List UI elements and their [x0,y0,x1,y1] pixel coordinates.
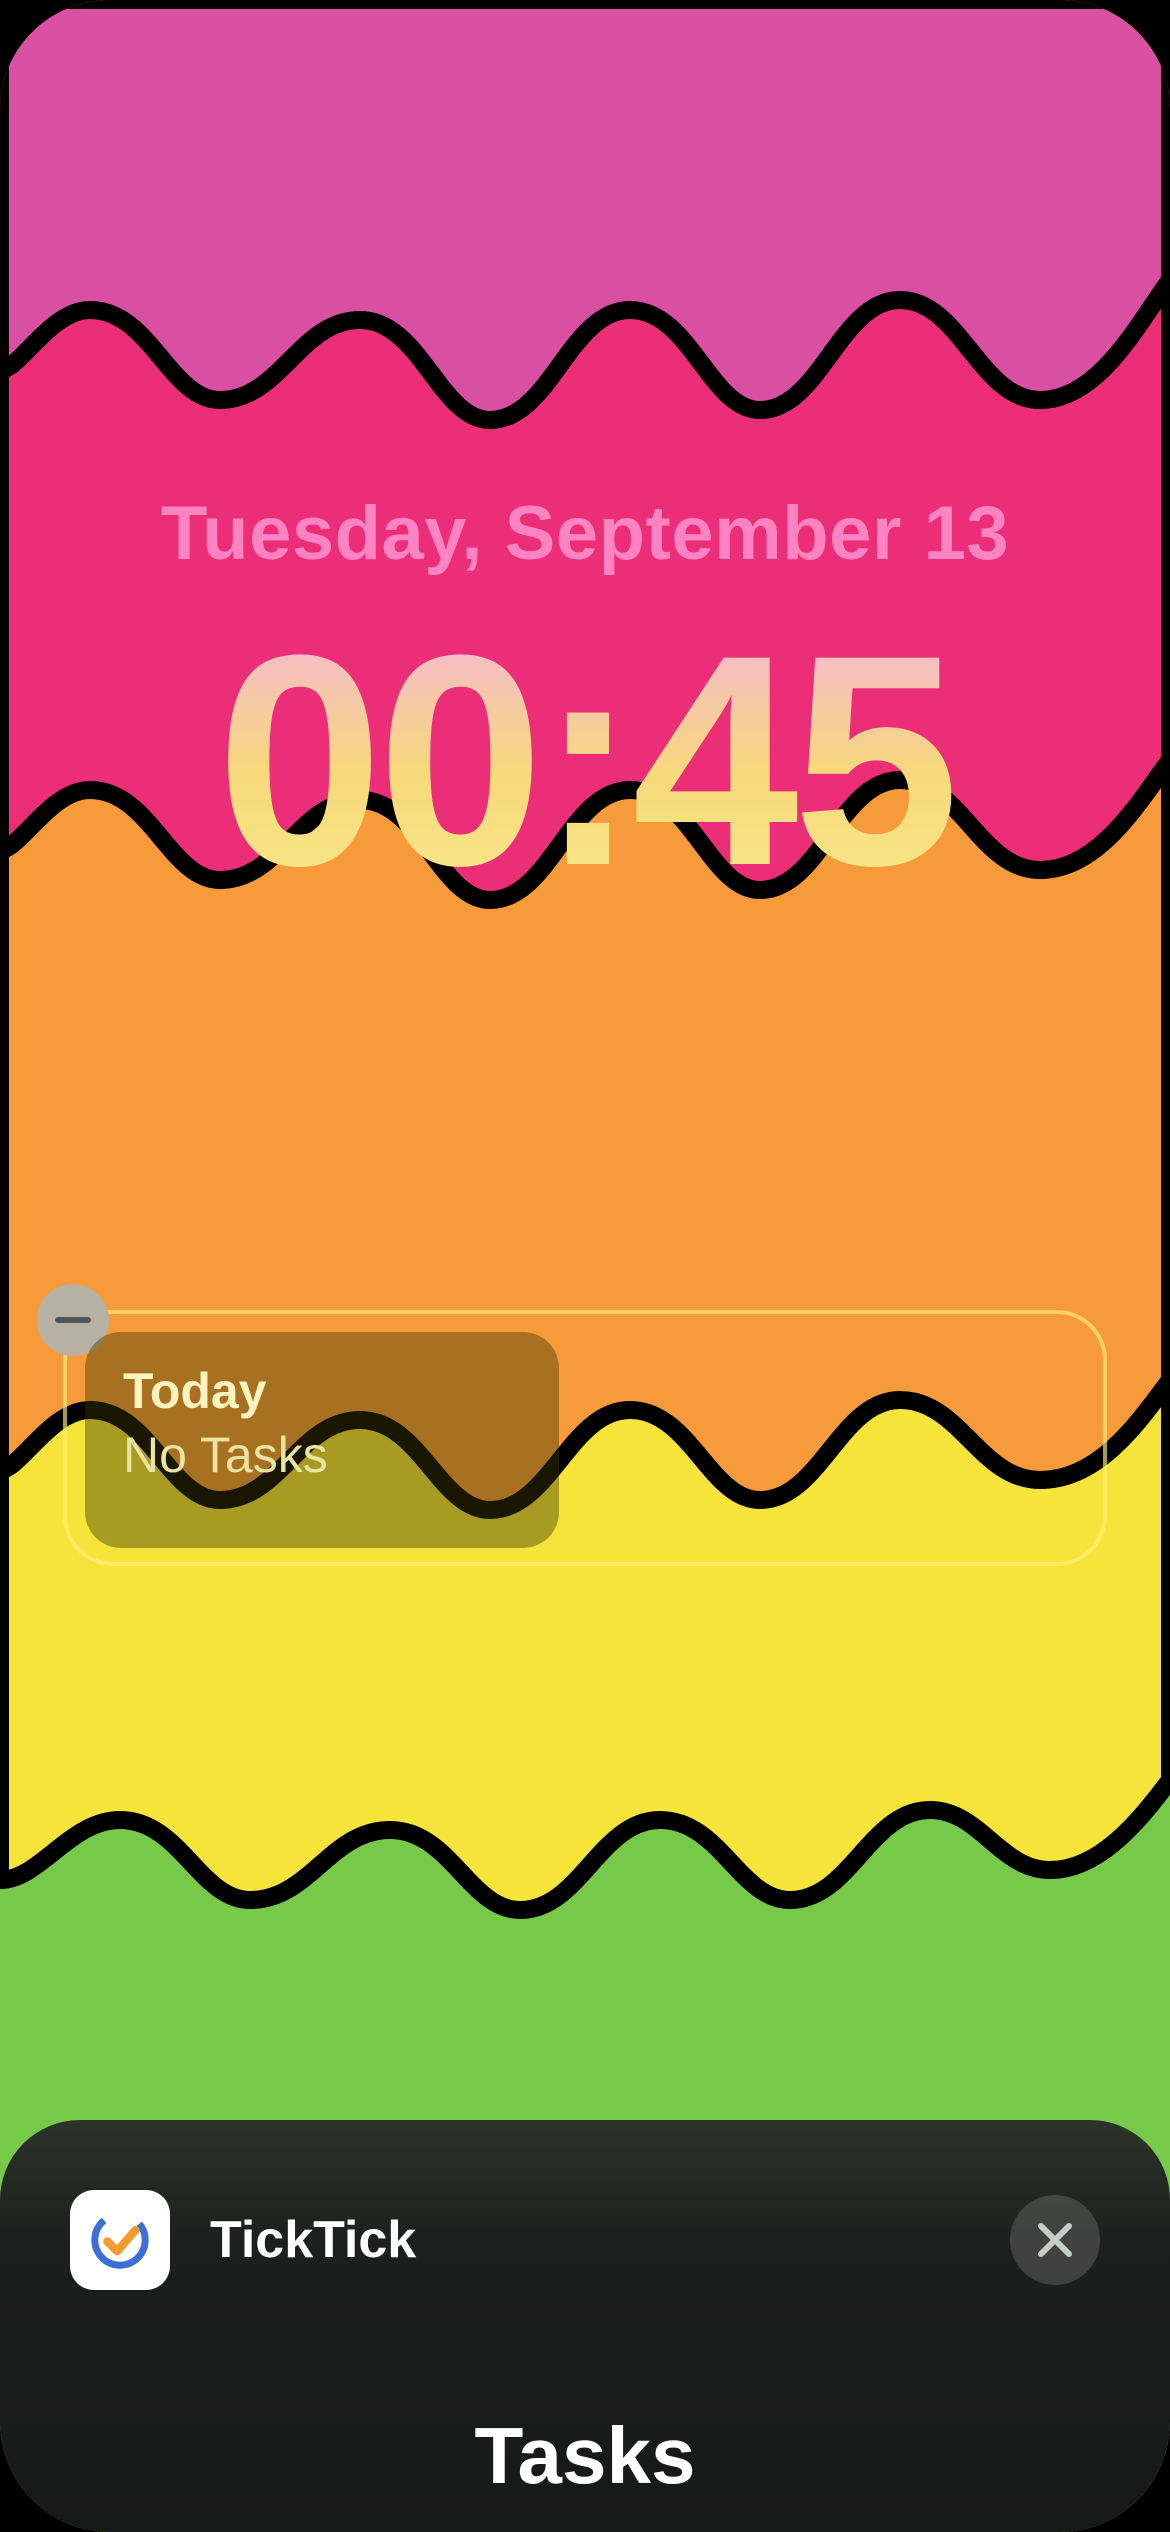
placed-widget-title: Today [123,1362,521,1420]
close-button[interactable] [1010,2195,1100,2285]
lockscreen-time: 00:45 [0,610,1170,910]
gallery-title: Tasks [70,2410,1100,2502]
placed-widget-today-tasks[interactable]: Today No Tasks [85,1332,559,1548]
sheet-header: TickTick [70,2190,1100,2290]
close-icon [1033,2218,1077,2262]
app-name-label: TickTick [210,2210,1010,2270]
lockscreen-date: Tuesday, September 13 [0,490,1170,577]
ticktick-app-icon [70,2190,170,2290]
screen: Tuesday, September 13 00:45 Today No Tas… [0,0,1170,2532]
device-frame: Tuesday, September 13 00:45 Today No Tas… [0,0,1170,2532]
lockscreen-widget-slot[interactable]: Today No Tasks [63,1310,1107,1566]
placed-widget-subtitle: No Tasks [123,1426,521,1484]
widget-gallery-sheet: TickTick Tasks Get quick access to one o… [0,2120,1170,2532]
